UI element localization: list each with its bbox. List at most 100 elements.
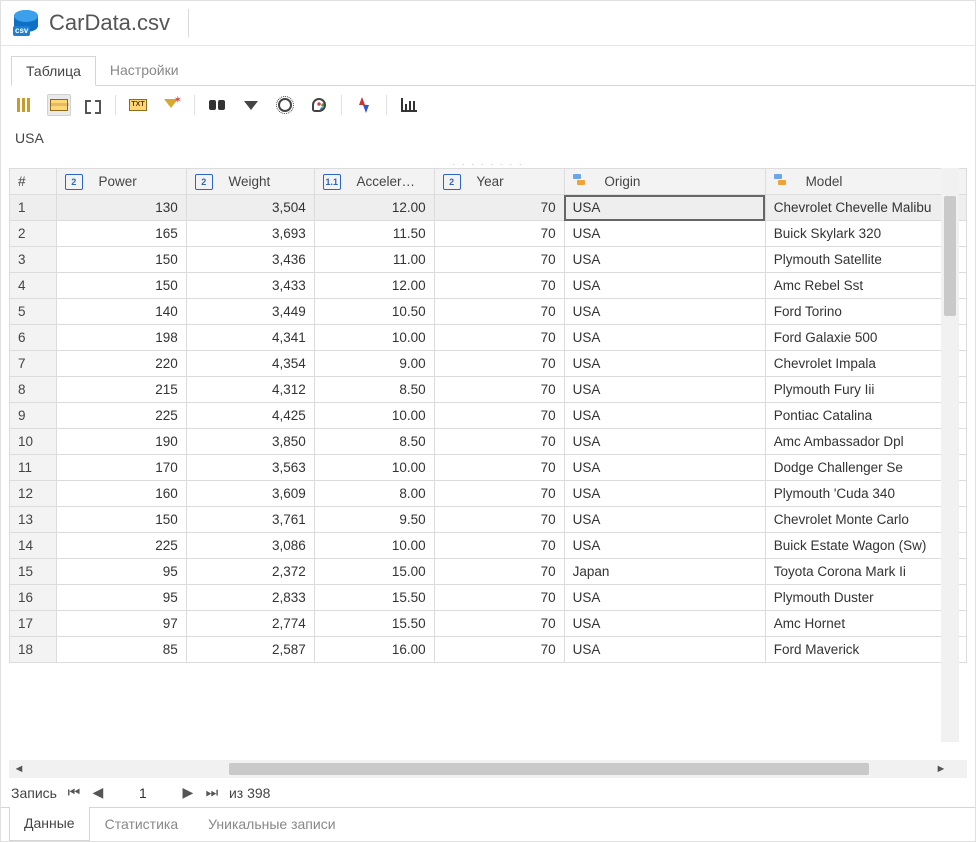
settings-button[interactable] bbox=[273, 94, 297, 116]
cell-model[interactable]: Buick Estate Wagon (Sw) bbox=[765, 533, 966, 559]
row-number-cell[interactable]: 17 bbox=[10, 611, 57, 637]
col-header-model[interactable]: Model bbox=[765, 169, 966, 195]
cell-weight[interactable]: 2,587 bbox=[186, 637, 314, 663]
cell-year[interactable]: 70 bbox=[434, 351, 564, 377]
table-row[interactable]: 61984,34110.0070USAFord Galaxie 500 bbox=[10, 325, 967, 351]
scroll-right-icon[interactable]: ► bbox=[933, 763, 949, 775]
tab-settings[interactable]: Настройки bbox=[96, 56, 193, 85]
cell-origin[interactable]: USA bbox=[564, 403, 765, 429]
cell-acceleration[interactable]: 8.50 bbox=[314, 377, 434, 403]
table-row[interactable]: 82154,3128.5070USAPlymouth Fury Iii bbox=[10, 377, 967, 403]
cell-year[interactable]: 70 bbox=[434, 273, 564, 299]
cell-model[interactable]: Chevrolet Chevelle Malibu bbox=[765, 195, 966, 221]
cell-weight[interactable]: 3,761 bbox=[186, 507, 314, 533]
row-number-cell[interactable]: 5 bbox=[10, 299, 57, 325]
cell-year[interactable]: 70 bbox=[434, 325, 564, 351]
cell-acceleration[interactable]: 10.00 bbox=[314, 533, 434, 559]
cell-model[interactable]: Plymouth Duster bbox=[765, 585, 966, 611]
cell-power[interactable]: 160 bbox=[56, 481, 186, 507]
cell-power[interactable]: 190 bbox=[56, 429, 186, 455]
cell-weight[interactable]: 4,312 bbox=[186, 377, 314, 403]
row-number-cell[interactable]: 12 bbox=[10, 481, 57, 507]
row-number-cell[interactable]: 15 bbox=[10, 559, 57, 585]
cell-power[interactable]: 225 bbox=[56, 533, 186, 559]
cell-model[interactable]: Amc Hornet bbox=[765, 611, 966, 637]
cell-weight[interactable]: 4,425 bbox=[186, 403, 314, 429]
cell-acceleration[interactable]: 10.00 bbox=[314, 325, 434, 351]
cell-power[interactable]: 150 bbox=[56, 247, 186, 273]
palette-button[interactable] bbox=[307, 94, 331, 116]
cell-year[interactable]: 70 bbox=[434, 507, 564, 533]
cell-power[interactable]: 225 bbox=[56, 403, 186, 429]
pager-first-button[interactable]: ⏮ bbox=[65, 784, 83, 801]
cell-origin[interactable]: USA bbox=[564, 195, 765, 221]
cell-model[interactable]: Ford Galaxie 500 bbox=[765, 325, 966, 351]
table-row[interactable]: 31503,43611.0070USAPlymouth Satellite bbox=[10, 247, 967, 273]
cell-origin[interactable]: USA bbox=[564, 637, 765, 663]
cell-weight[interactable]: 3,693 bbox=[186, 221, 314, 247]
cell-model[interactable]: Ford Torino bbox=[765, 299, 966, 325]
cell-year[interactable]: 70 bbox=[434, 195, 564, 221]
cell-weight[interactable]: 3,563 bbox=[186, 455, 314, 481]
pager-last-button[interactable]: ⏭ bbox=[203, 784, 221, 801]
cell-power[interactable]: 140 bbox=[56, 299, 186, 325]
cell-acceleration[interactable]: 8.00 bbox=[314, 481, 434, 507]
cell-weight[interactable]: 2,774 bbox=[186, 611, 314, 637]
table-row[interactable]: 17972,77415.5070USAAmc Hornet bbox=[10, 611, 967, 637]
split-view-button[interactable] bbox=[81, 94, 105, 116]
row-number-cell[interactable]: 7 bbox=[10, 351, 57, 377]
row-number-cell[interactable]: 16 bbox=[10, 585, 57, 611]
cell-year[interactable]: 70 bbox=[434, 533, 564, 559]
table-row[interactable]: 21653,69311.5070USABuick Skylark 320 bbox=[10, 221, 967, 247]
cell-model[interactable]: Pontiac Catalina bbox=[765, 403, 966, 429]
cell-origin[interactable]: Japan bbox=[564, 559, 765, 585]
col-header-acceleration[interactable]: 1.1 Acceler… bbox=[314, 169, 434, 195]
cell-weight[interactable]: 3,436 bbox=[186, 247, 314, 273]
cell-origin[interactable]: USA bbox=[564, 611, 765, 637]
row-number-cell[interactable]: 13 bbox=[10, 507, 57, 533]
cell-origin[interactable]: USA bbox=[564, 585, 765, 611]
cell-power[interactable]: 220 bbox=[56, 351, 186, 377]
cell-acceleration[interactable]: 12.00 bbox=[314, 195, 434, 221]
table-row[interactable]: 16952,83315.5070USAPlymouth Duster bbox=[10, 585, 967, 611]
table-row[interactable]: 41503,43312.0070USAAmc Rebel Sst bbox=[10, 273, 967, 299]
cell-power[interactable]: 95 bbox=[56, 559, 186, 585]
cell-acceleration[interactable]: 10.00 bbox=[314, 455, 434, 481]
cell-model[interactable]: Amc Ambassador Dpl bbox=[765, 429, 966, 455]
cell-weight[interactable]: 4,354 bbox=[186, 351, 314, 377]
cell-origin[interactable]: USA bbox=[564, 429, 765, 455]
txt-format-button[interactable]: TXT bbox=[126, 94, 150, 116]
table-row[interactable]: 131503,7619.5070USAChevrolet Monte Carlo bbox=[10, 507, 967, 533]
cell-year[interactable]: 70 bbox=[434, 481, 564, 507]
vertical-scrollbar[interactable] bbox=[941, 168, 959, 742]
bottom-tab-statistics[interactable]: Статистика bbox=[90, 808, 194, 841]
table-row[interactable]: 72204,3549.0070USAChevrolet Impala bbox=[10, 351, 967, 377]
cell-power[interactable]: 165 bbox=[56, 221, 186, 247]
cell-year[interactable]: 70 bbox=[434, 221, 564, 247]
table-row[interactable]: 11303,50412.0070USAChevrolet Chevelle Ma… bbox=[10, 195, 967, 221]
cell-origin[interactable]: USA bbox=[564, 247, 765, 273]
row-number-cell[interactable]: 6 bbox=[10, 325, 57, 351]
find-button[interactable] bbox=[205, 94, 229, 116]
col-header-rownum[interactable]: # bbox=[10, 169, 57, 195]
cell-model[interactable]: Toyota Corona Mark Ii bbox=[765, 559, 966, 585]
table-row[interactable]: 18852,58716.0070USAFord Maverick bbox=[10, 637, 967, 663]
row-number-cell[interactable]: 9 bbox=[10, 403, 57, 429]
col-header-year[interactable]: 2 Year bbox=[434, 169, 564, 195]
col-header-power[interactable]: 2 Power bbox=[56, 169, 186, 195]
cell-year[interactable]: 70 bbox=[434, 611, 564, 637]
table-row[interactable]: 101903,8508.5070USAAmc Ambassador Dpl bbox=[10, 429, 967, 455]
cell-model[interactable]: Chevrolet Impala bbox=[765, 351, 966, 377]
cell-year[interactable]: 70 bbox=[434, 247, 564, 273]
cell-power[interactable]: 130 bbox=[56, 195, 186, 221]
row-number-cell[interactable]: 10 bbox=[10, 429, 57, 455]
row-number-cell[interactable]: 8 bbox=[10, 377, 57, 403]
cell-origin[interactable]: USA bbox=[564, 221, 765, 247]
cell-origin[interactable]: USA bbox=[564, 299, 765, 325]
row-number-cell[interactable]: 11 bbox=[10, 455, 57, 481]
cell-year[interactable]: 70 bbox=[434, 559, 564, 585]
cell-model[interactable]: Plymouth Satellite bbox=[765, 247, 966, 273]
cell-acceleration[interactable]: 11.00 bbox=[314, 247, 434, 273]
cell-acceleration[interactable]: 12.00 bbox=[314, 273, 434, 299]
cell-acceleration[interactable]: 15.50 bbox=[314, 585, 434, 611]
